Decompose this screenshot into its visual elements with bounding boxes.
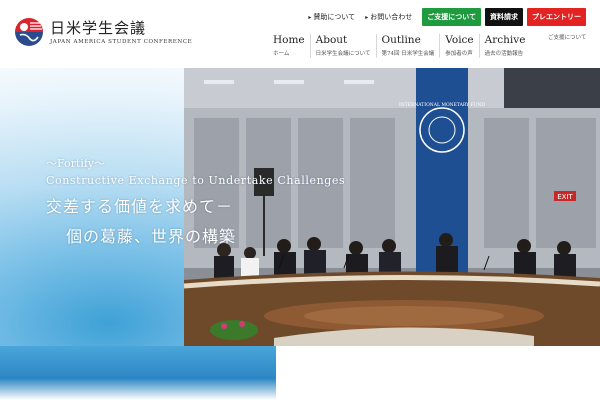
utility-bar: ▸ 賛助について ▸ お問い合わせ ご支援について 資料請求 プレエントリー	[308, 8, 586, 26]
nav-label: Voice	[445, 34, 474, 46]
nav-sublabel: 日米学生会議について	[315, 51, 371, 57]
imf-banner-text: INTERNATIONAL MONETARY FUND	[399, 102, 485, 108]
nav-item-voice[interactable]: Voice 参加者の声	[439, 34, 478, 58]
hero-headline-1: 交差する価値を求めて－	[46, 197, 234, 216]
support-link-label: 賛助について	[313, 13, 356, 21]
nav-item-archive[interactable]: Archive 過去の活動報告	[478, 34, 531, 58]
nav-sublabel: 参加者の声	[445, 51, 473, 57]
donate-button[interactable]: ご支援について	[422, 8, 481, 26]
nav-label: Home	[273, 34, 305, 46]
hero-headline-2: 個の葛藤、世界の構築	[66, 227, 237, 246]
arrow-icon: ▸	[308, 14, 312, 21]
logo-title: 日米学生会議	[50, 18, 147, 37]
hero-theme-english: Constructive Exchange to Undertake Chall…	[46, 174, 346, 187]
hero-theme: ～Fortify～	[46, 157, 106, 170]
support-link[interactable]: ▸ 賛助について	[308, 12, 355, 22]
arrow-icon: ▸	[365, 14, 369, 21]
nav-sublabel: 第74回 日米学生会議	[381, 51, 435, 57]
contact-link[interactable]: ▸ お問い合わせ	[365, 12, 412, 22]
nav-label: Archive	[484, 34, 526, 46]
hero-background-lower	[0, 346, 276, 400]
nav-label: About	[315, 34, 348, 46]
nav-item-support[interactable]: ご支援について	[548, 33, 586, 41]
brochure-request-button[interactable]: 資料請求	[485, 8, 523, 26]
hero-tagline: ～Fortify～ Constructive Exchange to Under…	[46, 155, 345, 247]
main-nav: Home ホーム About 日米学生会議について Outline 第74回 日…	[270, 34, 530, 58]
pre-entry-button[interactable]: プレエントリー	[527, 8, 586, 26]
logo-globe-icon	[14, 17, 44, 47]
hero-bottom-space	[276, 346, 600, 400]
nav-sublabel: 過去の活動報告	[484, 51, 524, 57]
nav-item-about[interactable]: About 日米学生会議について	[309, 34, 376, 58]
nav-item-home[interactable]: Home ホーム	[270, 34, 310, 58]
exit-sign-text: EXIT	[557, 193, 573, 201]
nav-label: Outline	[381, 34, 421, 46]
logo-subtitle: JAPAN AMERICA STUDENT CONFERENCE	[50, 38, 193, 45]
nav-sublabel: ホーム	[273, 51, 290, 57]
nav-item-outline[interactable]: Outline 第74回 日米学生会議	[375, 34, 440, 58]
site-logo[interactable]: 日米学生会議 JAPAN AMERICA STUDENT CONFERENCE	[14, 17, 192, 47]
contact-link-label: お問い合わせ	[370, 13, 413, 21]
